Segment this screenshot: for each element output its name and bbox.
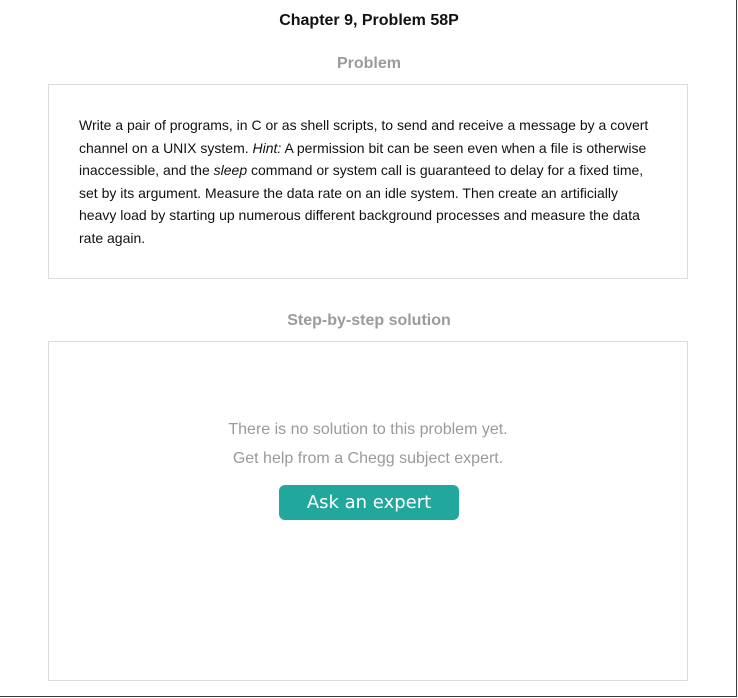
sleep-term: sleep — [213, 162, 248, 178]
page-frame: Chapter 9, Problem 58P Problem Write a p… — [0, 0, 737, 697]
chapter-title: Chapter 9, Problem 58P — [279, 12, 459, 29]
hint-label: Hint: — [252, 139, 282, 156]
no-solution-message: There is no solution to this problem yet… — [228, 421, 508, 438]
problem-section-title: Problem — [336, 55, 401, 72]
problem-text: Write a pair of programs, in C or as she… — [79, 114, 657, 249]
solution-section-title: Step-by-step solution — [287, 312, 451, 329]
solution-box: There is no solution to this problem yet… — [48, 341, 688, 681]
ask-an-expert-button[interactable]: Ask an expert — [279, 485, 459, 520]
problem-box: Write a pair of programs, in C or as she… — [48, 84, 688, 279]
get-help-message: Get help from a Chegg subject expert. — [232, 450, 504, 467]
